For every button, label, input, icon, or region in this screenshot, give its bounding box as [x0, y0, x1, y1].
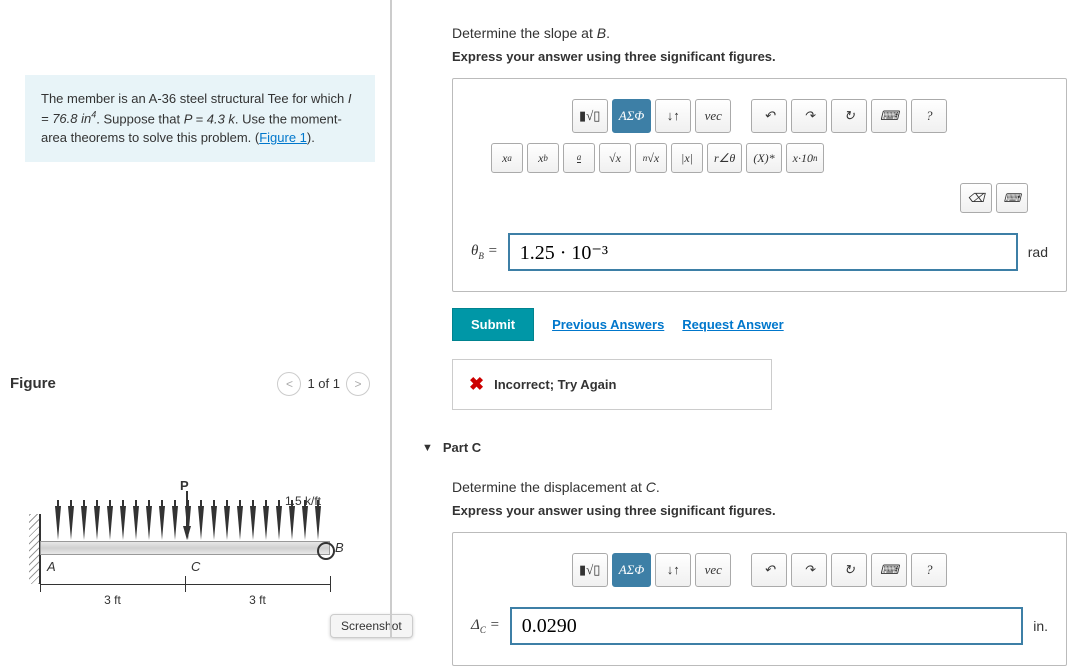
vec-button[interactable]: vec — [695, 99, 731, 133]
figure-counter: 1 of 1 — [307, 376, 340, 391]
reset-icon[interactable]: ↻ — [831, 99, 867, 133]
partB-unit: rad — [1028, 244, 1048, 260]
format-icon[interactable]: ▮√▯ — [572, 553, 608, 587]
keyboard2-icon[interactable]: ⌨ — [996, 183, 1028, 213]
partB-instruction: Express your answer using three signific… — [452, 49, 1067, 64]
vec-button[interactable]: vec — [695, 553, 731, 587]
partB-question: Determine the slope at B. — [452, 25, 1067, 41]
submit-button[interactable]: Submit — [452, 308, 534, 341]
angle-button[interactable]: r∠θ — [707, 143, 742, 173]
help-button[interactable]: ? — [911, 553, 947, 587]
help-button[interactable]: ? — [911, 99, 947, 133]
updown-icon[interactable]: ↓↑ — [655, 99, 691, 133]
partC-unit: in. — [1033, 618, 1048, 634]
request-answer-link[interactable]: Request Answer — [682, 317, 783, 332]
superscript-button[interactable]: xa — [491, 143, 523, 173]
figure-title: Figure — [10, 375, 56, 392]
subscript-button[interactable]: xb — [527, 143, 559, 173]
partC-question: Determine the displacement at C. — [452, 479, 1067, 495]
figure-next-button[interactable]: > — [346, 372, 370, 396]
partB-answer-input[interactable] — [508, 233, 1018, 271]
sqrt-button[interactable]: √x — [599, 143, 631, 173]
undo-icon[interactable]: ↶ — [751, 553, 787, 587]
partB-variable: θB = — [471, 243, 498, 261]
fraction-button[interactable]: a — [563, 143, 595, 173]
partC-header[interactable]: ▼ Part C — [422, 440, 1067, 455]
previous-answers-link[interactable]: Previous Answers — [552, 317, 664, 332]
figure-prev-button[interactable]: < — [277, 372, 301, 396]
problem-statement: The member is an A-36 steel structural T… — [25, 75, 375, 162]
figure-link[interactable]: Figure 1 — [259, 130, 307, 145]
redo-icon[interactable]: ↷ — [791, 99, 827, 133]
conjugate-button[interactable]: (X)* — [746, 143, 781, 173]
keyboard-icon[interactable]: ⌨ — [871, 99, 907, 133]
templates-button[interactable]: ΑΣΦ — [612, 99, 652, 133]
reset-icon[interactable]: ↻ — [831, 553, 867, 587]
keyboard-icon[interactable]: ⌨ — [871, 553, 907, 587]
backspace-icon[interactable]: ⌫ — [960, 183, 992, 213]
undo-icon[interactable]: ↶ — [751, 99, 787, 133]
updown-icon[interactable]: ↓↑ — [655, 553, 691, 587]
partB-answer-box: ▮√▯ ΑΣΦ ↓↑ vec ↶ ↷ ↻ ⌨ ? xa xb a √x n√x … — [452, 78, 1067, 292]
beam-figure: P 1.5 k/ft A C B 3 ft 3 ft — [5, 466, 380, 626]
partC-answer-input[interactable] — [510, 607, 1024, 645]
sci-notation-button[interactable]: x·10n — [786, 143, 825, 173]
redo-icon[interactable]: ↷ — [791, 553, 827, 587]
nthroot-button[interactable]: n√x — [635, 143, 667, 173]
abs-button[interactable]: |x| — [671, 143, 703, 173]
partC-answer-box: ▮√▯ ΑΣΦ ↓↑ vec ↶ ↷ ↻ ⌨ ? ΔC = in. — [452, 532, 1067, 666]
templates-button[interactable]: ΑΣΦ — [612, 553, 652, 587]
partC-instruction: Express your answer using three signific… — [452, 503, 1067, 518]
feedback-box: ✖ Incorrect; Try Again — [452, 359, 772, 410]
format-icon[interactable]: ▮√▯ — [572, 99, 608, 133]
incorrect-icon: ✖ — [469, 374, 484, 395]
collapse-icon[interactable]: ▼ — [422, 442, 433, 454]
partC-variable: ΔC = — [471, 617, 500, 635]
